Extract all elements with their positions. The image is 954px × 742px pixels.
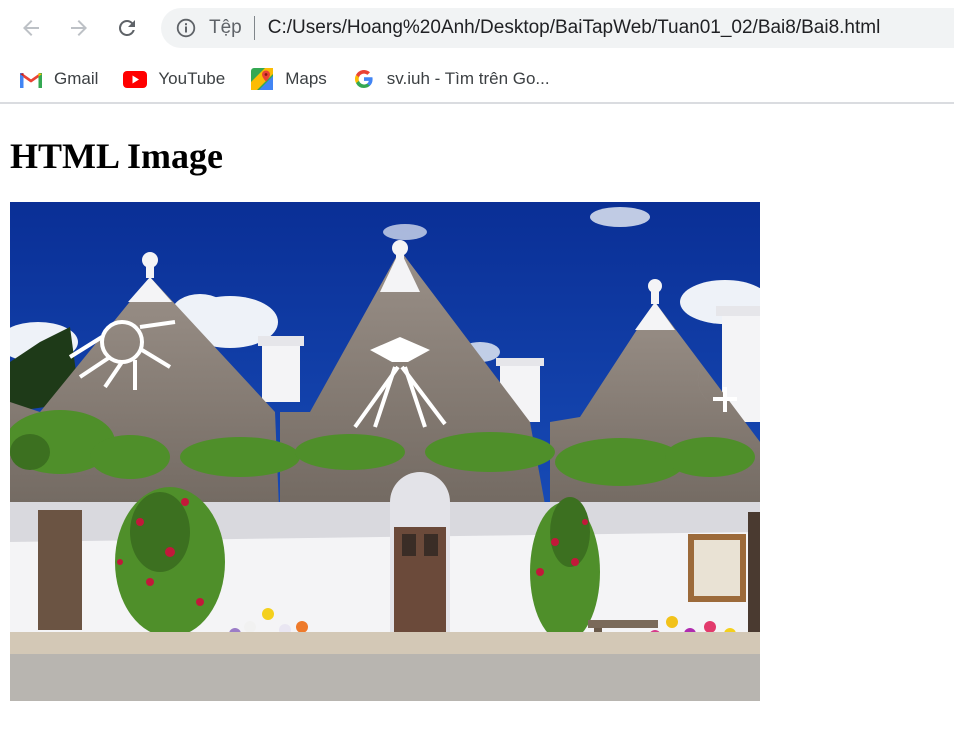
url-text[interactable]: C:/Users/Hoang%20Anh/Desktop/BaiTapWeb/T… <box>268 17 881 39</box>
arrow-right-icon <box>71 20 87 36</box>
scheme-label: Tệp <box>209 17 242 38</box>
page-content: HTML Image <box>0 138 954 701</box>
bookmark-label: Maps <box>285 69 327 88</box>
bookmark-label: YouTube <box>158 69 226 88</box>
info-icon[interactable] <box>175 17 197 39</box>
maps-icon <box>250 67 274 91</box>
arrow-left-icon <box>23 20 39 36</box>
reload-icon <box>119 20 135 36</box>
address-bar[interactable]: Tệp C:/Users/Hoang%20Anh/Desktop/BaiTapW… <box>161 8 954 48</box>
bookmark-label: sv.iuh - Tìm trên Go... <box>386 69 550 88</box>
forward-button[interactable] <box>55 4 103 52</box>
back-button[interactable] <box>7 4 55 52</box>
page-heading: HTML Image <box>10 136 223 176</box>
youtube-icon <box>123 67 148 91</box>
browser-toolbar: Tệp C:/Users/Hoang%20Anh/Desktop/BaiTapW… <box>0 0 954 56</box>
bookmark-google-search[interactable]: sv.iuh - Tìm trên Go... <box>352 64 550 94</box>
google-icon <box>352 67 376 91</box>
bookmark-youtube[interactable]: YouTube <box>123 64 225 94</box>
bookmarks-bar: Gmail YouTube Maps sv.iuh - Tìm trên Go.… <box>0 56 954 104</box>
bookmark-label: Gmail <box>54 69 99 88</box>
reload-button[interactable] <box>103 4 151 52</box>
trulli-houses-photo <box>10 202 760 701</box>
bookmark-gmail[interactable]: Gmail <box>19 64 98 94</box>
bookmark-maps[interactable]: Maps <box>250 64 327 94</box>
gmail-icon <box>19 67 43 91</box>
address-divider <box>253 16 255 40</box>
